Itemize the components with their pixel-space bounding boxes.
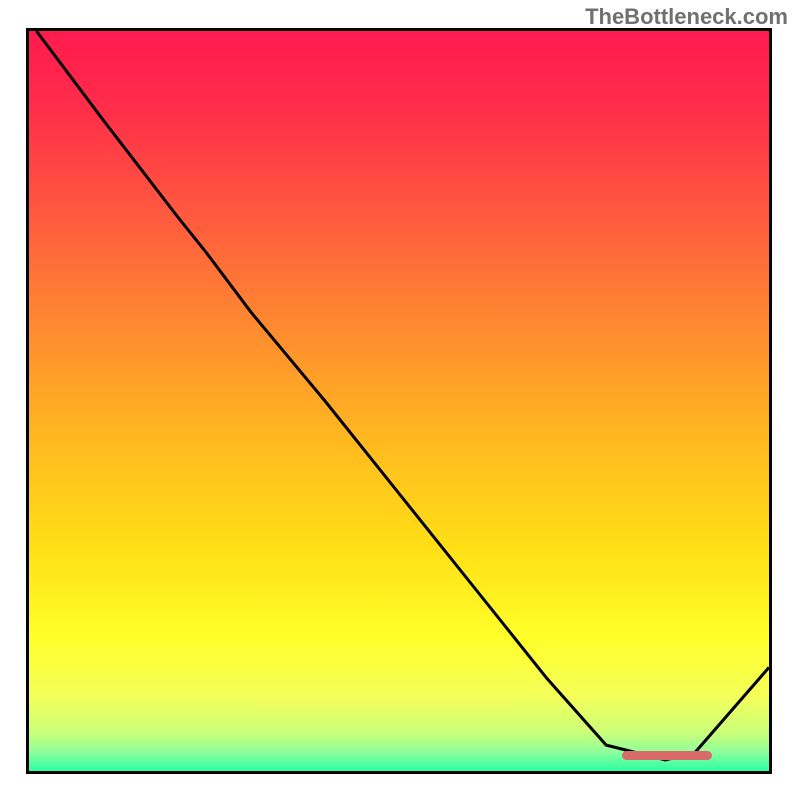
optimal-region-marker [622,751,712,760]
chart-svg [29,31,769,771]
chart-background [29,31,769,771]
chart-frame [26,28,772,774]
watermark-text: TheBottleneck.com [585,4,788,30]
